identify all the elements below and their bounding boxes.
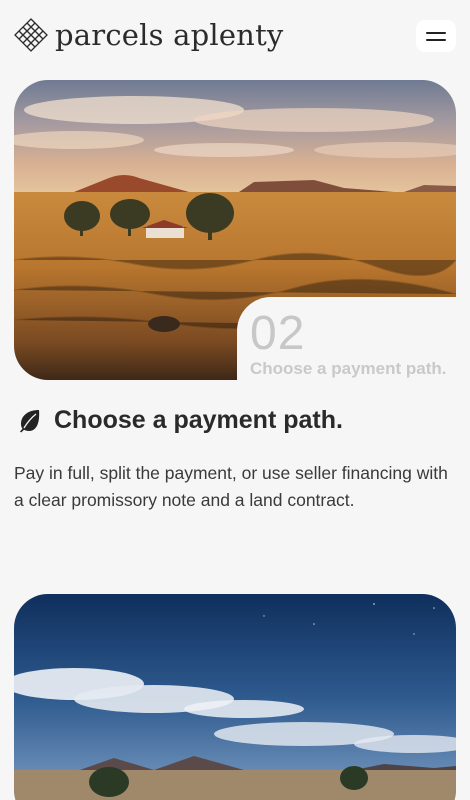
section-description: Pay in full, split the payment, or use s… — [14, 463, 448, 510]
step-caption: Choose a payment path. — [250, 359, 447, 378]
section-heading: Choose a payment path. — [17, 404, 343, 436]
hamburger-icon-line — [426, 38, 446, 41]
diamond-lattice-icon — [14, 18, 48, 52]
section-title: Choose a payment path. — [54, 406, 343, 434]
leaf-icon — [20, 410, 40, 433]
brand-name: parcels aplenty — [55, 18, 284, 52]
step-number: 02 — [250, 307, 306, 360]
site-header: parcels aplenty — [0, 0, 470, 74]
brand-logo[interactable]: parcels aplenty — [14, 18, 284, 52]
night-desert-photo — [14, 594, 456, 800]
hamburger-icon — [426, 31, 446, 34]
menu-button[interactable] — [416, 20, 456, 52]
